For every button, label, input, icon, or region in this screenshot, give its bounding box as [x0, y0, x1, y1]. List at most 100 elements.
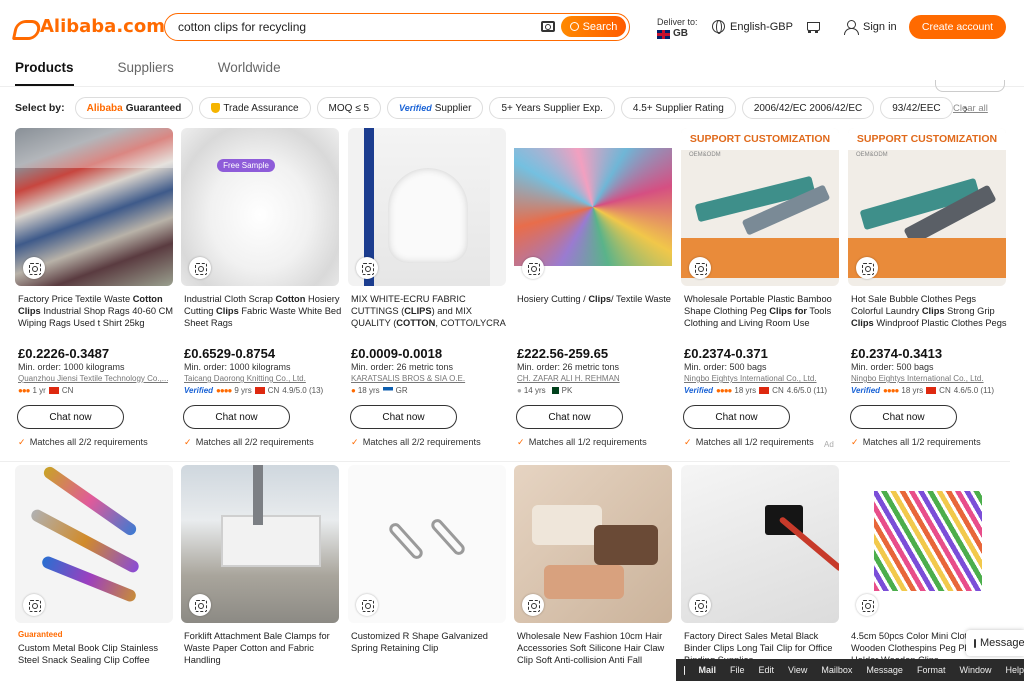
chat-now-button[interactable]: Chat now	[516, 405, 623, 429]
menu-mail[interactable]: Mail	[699, 665, 717, 675]
sign-in-link[interactable]: Sign in	[844, 20, 897, 35]
cart-icon[interactable]	[805, 20, 820, 33]
image-search-icon[interactable]	[23, 594, 45, 616]
supplier-link[interactable]: Ningbo Eightys International Co., Ltd.	[684, 374, 834, 383]
chip-label: 4.5+ Supplier Rating	[632, 102, 724, 114]
alibaba-logo[interactable]: Alibaba.com	[14, 16, 165, 37]
rating-dots-icon: ●●●	[18, 386, 30, 395]
filter-supplier-rating[interactable]: 4.5+ Supplier Rating	[620, 97, 736, 119]
tab-suppliers[interactable]: Suppliers	[118, 60, 174, 86]
supplier-link[interactable]: Ningbo Eightys International Co., Ltd.	[851, 374, 1001, 383]
product-title[interactable]: Hosiery Cutting / Clips/ Textile Waste	[517, 293, 675, 330]
supplier-link[interactable]: Taicang Daorong Knitting Co., Ltd.	[184, 374, 334, 383]
divider	[0, 86, 1024, 87]
product-card[interactable]: SUPPORT CUSTOMIZATION OEM&ODM Wholesale …	[681, 128, 843, 458]
chat-now-button[interactable]: Chat now	[183, 405, 290, 429]
language-selector[interactable]: English-GBP	[712, 20, 793, 34]
supplier-meta: Verified ●●●● 18 yrs CN 4.6/5.0 (11)	[851, 386, 995, 395]
supplier-link[interactable]: KARATSALIS BROS & SIA O.E.	[351, 374, 501, 383]
image-search-icon[interactable]	[23, 257, 45, 279]
menu-format[interactable]: Format	[917, 665, 946, 675]
filter-years-experience[interactable]: 5+ Years Supplier Exp.	[489, 97, 615, 119]
chat-now-button[interactable]: Chat now	[17, 405, 124, 429]
menu-window[interactable]: Window	[959, 665, 991, 675]
image-search-icon[interactable]	[689, 594, 711, 616]
filter-moq[interactable]: MOQ ≤ 5	[316, 97, 382, 119]
product-title[interactable]: Factory Price Textile Waste Cotton Clips…	[18, 293, 176, 330]
filter-trade-assurance[interactable]: Trade Assurance	[199, 97, 311, 119]
filter-2006-42-ec[interactable]: 2006/42/EC 2006/42/EC	[741, 97, 875, 119]
product-card[interactable]: Customized R Shape Galvanized Spring Ret…	[348, 465, 510, 681]
deliver-country: GB	[673, 28, 688, 39]
menu-help[interactable]: Help	[1005, 665, 1024, 675]
product-card[interactable]: Free Sample Industrial Cloth Scrap Cotto…	[181, 128, 343, 458]
filter-93-42-eec[interactable]: 93/42/EEC	[880, 97, 953, 119]
apple-icon[interactable]	[684, 665, 685, 675]
chat-now-button[interactable]: Chat now	[683, 405, 790, 429]
filter-alibaba-guaranteed[interactable]: Alibaba Guaranteed	[74, 97, 194, 119]
product-title[interactable]: Wholesale New Fashion 10cm Hair Accessor…	[517, 630, 675, 666]
image-search-icon[interactable]	[522, 257, 544, 279]
check-icon: ✓	[184, 437, 192, 447]
image-search-icon[interactable]	[689, 257, 711, 279]
product-title[interactable]: MIX WHITE-ECRU FABRIC CUTTINGS (CLIPS) a…	[351, 293, 509, 330]
menu-file[interactable]: File	[730, 665, 745, 675]
logo-text: Alibaba.com	[40, 16, 165, 37]
image-search-icon[interactable]	[189, 594, 211, 616]
tab-products[interactable]: Products	[15, 60, 74, 86]
product-card[interactable]: MIX WHITE-ECRU FABRIC CUTTINGS (CLIPS) a…	[348, 128, 510, 458]
product-card[interactable]: Factory Direct Sales Metal Black Binder …	[681, 465, 843, 681]
search-button[interactable]: Search	[561, 16, 626, 37]
image-search-icon[interactable]	[856, 594, 878, 616]
row-divider	[0, 461, 1010, 462]
image-search-icon[interactable]	[522, 594, 544, 616]
product-price: £222.56-259.65	[517, 346, 609, 361]
filter-verified-supplier[interactable]: Verified Supplier	[387, 97, 484, 119]
image-search-icon[interactable]	[189, 257, 211, 279]
image-search-icon[interactable]	[356, 257, 378, 279]
support-customization-banner: SUPPORT CUSTOMIZATION	[848, 128, 1006, 150]
match-requirements: ✓ Matches all 2/2 requirements	[184, 437, 314, 447]
supplier-meta: Verified ●●●● 18 yrs CN 4.6/5.0 (11)	[684, 386, 828, 395]
tab-worldwide[interactable]: Worldwide	[218, 60, 281, 86]
cn-flag-icon	[48, 387, 59, 394]
menu-mailbox[interactable]: Mailbox	[821, 665, 852, 675]
product-title[interactable]: Custom Metal Book Clip Stainless Steel S…	[18, 642, 176, 666]
product-title[interactable]: Customized R Shape Galvanized Spring Ret…	[351, 630, 509, 666]
product-title[interactable]: Hot Sale Bubble Clothes Pegs Colorful La…	[851, 293, 1009, 330]
product-card[interactable]: Factory Price Textile Waste Cotton Clips…	[15, 128, 177, 458]
supplier-link[interactable]: Quanzhou Jiensi Textile Technology Co.,.…	[18, 374, 168, 383]
search-input[interactable]	[178, 18, 528, 36]
messages-button[interactable]: Messages	[966, 630, 1024, 656]
product-title[interactable]: Industrial Cloth Scrap Cotton Hosiery Cu…	[184, 293, 342, 330]
create-account-button[interactable]: Create account	[909, 15, 1006, 39]
menu-view[interactable]: View	[788, 665, 807, 675]
deliver-to[interactable]: Deliver to: GB	[657, 16, 698, 40]
menu-message[interactable]: Message	[866, 665, 903, 675]
supplier-meta: ●●● 1 yr CN	[18, 386, 74, 395]
product-card[interactable]: Guaranteed Custom Metal Book Clip Stainl…	[15, 465, 177, 681]
match-requirements: ✓ Matches all 2/2 requirements	[18, 437, 148, 447]
user-icon	[844, 20, 859, 35]
chip-label: 2006/42/EC 2006/42/EC	[753, 102, 863, 114]
product-price: £0.0009-0.0018	[351, 346, 443, 361]
product-card[interactable]: Forklift Attachment Bale Clamps for Wast…	[181, 465, 343, 681]
product-title[interactable]: Forklift Attachment Bale Clamps for Wast…	[184, 630, 342, 666]
chat-now-button[interactable]: Chat now	[350, 405, 457, 429]
product-title[interactable]: Wholesale Portable Plastic Bamboo Shape …	[684, 293, 842, 330]
image-search-icon[interactable]	[356, 594, 378, 616]
chip-label: MOQ ≤ 5	[328, 102, 370, 114]
clear-all-link[interactable]: Clear all	[953, 103, 988, 114]
camera-icon[interactable]	[541, 21, 555, 32]
chat-now-button[interactable]: Chat now	[850, 405, 957, 429]
supplier-link[interactable]: CH. ZAFAR ALI H. REHMAN	[517, 374, 667, 383]
supplier-meta: Verified ●●●● 9 yrs CN 4.9/5.0 (13)	[184, 386, 324, 395]
product-card[interactable]: SUPPORT CUSTOMIZATION OEM&ODM Hot Sale B…	[848, 128, 1010, 458]
product-card[interactable]: Hosiery Cutting / Clips/ Textile Waste £…	[514, 128, 676, 458]
dropdown-edge	[935, 80, 1005, 92]
supplier-meta: ● 18 yrs GR	[351, 386, 408, 395]
product-card[interactable]: Wholesale New Fashion 10cm Hair Accessor…	[514, 465, 676, 681]
match-requirements: ✓ Matches all 2/2 requirements	[351, 437, 481, 447]
menu-edit[interactable]: Edit	[759, 665, 775, 675]
image-search-icon[interactable]	[856, 257, 878, 279]
